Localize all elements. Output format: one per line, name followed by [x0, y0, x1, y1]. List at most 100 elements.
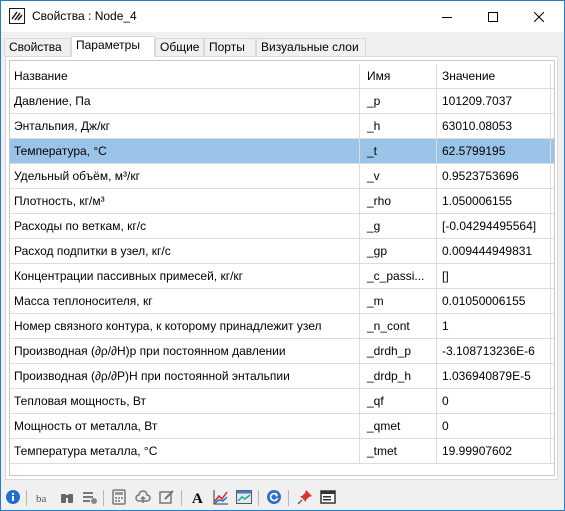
row-name-cell[interactable]: Температура, °С — [10, 139, 360, 163]
title-bar[interactable]: Свойства : Node_4 — [1, 1, 564, 32]
maximize-icon — [488, 11, 498, 22]
refresh-icon — [267, 490, 281, 504]
row-id-cell[interactable]: _qf — [360, 389, 437, 413]
table-row[interactable]: Расходы по веткам, кг/с _g [-0.04294495564… — [10, 214, 554, 239]
row-id-cell[interactable]: _h — [360, 114, 437, 138]
row-id-cell[interactable]: _drdp_h — [360, 364, 437, 388]
table-row[interactable]: Масса теплоносителя, кг _m 0.01050006155 — [10, 289, 554, 314]
calculator-icon — [112, 489, 126, 505]
svg-text:A: A — [192, 491, 203, 505]
info-icon — [6, 490, 20, 504]
row-value-cell[interactable]: 1.036940879E-5 — [437, 364, 551, 388]
row-name-cell[interactable]: Мощность от металла, Вт — [10, 414, 360, 438]
upload-button[interactable] — [134, 488, 152, 506]
pin-button[interactable] — [296, 488, 314, 506]
table-row[interactable]: Удельный объём, м³/кг _v 0.9523753696 — [10, 164, 554, 189]
row-id-cell[interactable]: _m — [360, 289, 437, 313]
window-list-button[interactable] — [319, 488, 337, 506]
row-value-cell[interactable]: 0 — [437, 389, 551, 413]
row-id-cell[interactable]: _v — [360, 164, 437, 188]
row-name-cell[interactable]: Расход подпитки в узел, кг/с — [10, 239, 360, 263]
parameters-grid[interactable]: Название Имя Значение Давление, Па _p 1012… — [9, 60, 555, 476]
properties-window: Свойства : Node_4 Свойства Параметры Общ… — [0, 0, 565, 511]
row-value-cell[interactable]: 0 — [437, 414, 551, 438]
row-id-cell[interactable]: _drdh_p — [360, 339, 437, 363]
tab-properties[interactable]: Свойства — [4, 38, 71, 56]
row-id-cell[interactable]: _qmet — [360, 414, 437, 438]
tab-general[interactable]: Общие — [155, 38, 204, 56]
font-size-icon: ba — [36, 493, 47, 505]
close-button[interactable] — [516, 1, 562, 32]
find-button[interactable] — [58, 488, 76, 506]
tab-visual-layers[interactable]: Визуальные слои — [256, 38, 366, 56]
chart-button[interactable] — [212, 488, 230, 506]
table-row[interactable]: Производная (∂ρ/∂P)H при постоянной энта… — [10, 364, 554, 389]
row-name-cell[interactable]: Концентрации пассивных примесей, кг/кг — [10, 264, 360, 288]
row-value-cell[interactable]: 63010.08053 — [437, 114, 551, 138]
chart-window-button[interactable] — [235, 488, 253, 506]
row-id-cell[interactable]: _gp — [360, 239, 437, 263]
app-icon — [9, 8, 25, 24]
table-row[interactable]: Производная (∂ρ/∂H)р при постоянном давл… — [10, 339, 554, 364]
table-row[interactable]: Плотность, кг/м³ _rho 1.050006155 — [10, 189, 554, 214]
row-value-cell[interactable]: [] — [437, 264, 551, 288]
table-row[interactable]: Концентрации пассивных примесей, кг/кг _c… — [10, 264, 554, 289]
row-name-cell[interactable]: Производная (∂ρ/∂H)р при постоянном давл… — [10, 339, 360, 363]
row-name-cell[interactable]: Температура металла, °С — [10, 439, 360, 463]
maximize-button[interactable] — [470, 1, 516, 32]
list-settings-button[interactable] — [81, 488, 99, 506]
row-value-cell[interactable]: [-0.04294495564] — [437, 214, 551, 238]
pin-icon — [297, 490, 312, 505]
row-id-cell[interactable]: _p — [360, 89, 437, 113]
row-value-cell[interactable]: -3.108713236E-6 — [437, 339, 551, 363]
row-name-cell[interactable]: Плотность, кг/м³ — [10, 189, 360, 213]
edit-icon — [159, 490, 174, 504]
edit-button[interactable] — [158, 488, 176, 506]
row-id-cell[interactable]: _n_cont — [360, 314, 437, 338]
row-name-cell[interactable]: Производная (∂ρ/∂P)H при постоянной энта… — [10, 364, 360, 388]
row-id-cell[interactable]: _t — [360, 139, 437, 163]
close-icon — [534, 11, 544, 22]
column-header-value[interactable]: Значение — [437, 64, 551, 88]
row-value-cell[interactable]: 19.99907602 — [437, 439, 551, 463]
row-id-cell[interactable]: _g — [360, 214, 437, 238]
row-value-cell[interactable]: 0.9523753696 — [437, 164, 551, 188]
row-value-cell[interactable]: 101209.7037 — [437, 89, 551, 113]
row-id-cell[interactable]: _c_passi... — [360, 264, 437, 288]
font-icon: A — [192, 491, 203, 505]
table-row[interactable]: Мощность от металла, Вт _qmet 0 — [10, 414, 554, 439]
row-name-cell[interactable]: Масса теплоносителя, кг — [10, 289, 360, 313]
refresh-button[interactable] — [265, 488, 283, 506]
font-size-button[interactable]: ba — [34, 488, 52, 506]
table-row[interactable]: Номер связного контура, к которому прина… — [10, 314, 554, 339]
row-value-cell[interactable]: 62.5799195 — [437, 139, 551, 163]
column-header-id[interactable]: Имя — [360, 64, 437, 88]
table-row[interactable]: Тепловая мощность, Вт _qf 0 — [10, 389, 554, 414]
row-name-cell[interactable]: Удельный объём, м³/кг — [10, 164, 360, 188]
tab-ports[interactable]: Порты — [204, 38, 256, 56]
calculator-button[interactable] — [110, 488, 128, 506]
row-name-cell[interactable]: Тепловая мощность, Вт — [10, 389, 360, 413]
window-list-icon — [320, 490, 336, 504]
table-row[interactable]: Расход подпитки в узел, кг/с _gp 0.0094449… — [10, 239, 554, 264]
row-name-cell[interactable]: Расходы по веткам, кг/с — [10, 214, 360, 238]
row-name-cell[interactable]: Давление, Па — [10, 89, 360, 113]
minimize-button[interactable] — [424, 1, 470, 32]
column-header-name[interactable]: Название — [10, 64, 360, 88]
row-id-cell[interactable]: _tmet — [360, 439, 437, 463]
table-row[interactable]: Температура металла, °С _tmet 19.99907602 — [10, 439, 554, 464]
row-name-cell[interactable]: Номер связного контура, к которому прина… — [10, 314, 360, 338]
table-row[interactable]: Энтальпия, Дж/кг _h 63010.08053 — [10, 114, 554, 139]
list-settings-icon — [83, 492, 97, 504]
row-value-cell[interactable]: 1.050006155 — [437, 189, 551, 213]
table-row[interactable]: Температура, °С _t 62.5799195 — [10, 139, 554, 164]
font-button[interactable]: A — [189, 488, 207, 506]
row-value-cell[interactable]: 1 — [437, 314, 551, 338]
row-value-cell[interactable]: 0.009444949831 — [437, 239, 551, 263]
row-value-cell[interactable]: 0.01050006155 — [437, 289, 551, 313]
info-button[interactable] — [4, 488, 22, 506]
tab-parameters[interactable]: Параметры — [71, 36, 155, 57]
table-row[interactable]: Давление, Па _p 101209.7037 — [10, 89, 554, 114]
row-id-cell[interactable]: _rho — [360, 189, 437, 213]
row-name-cell[interactable]: Энтальпия, Дж/кг — [10, 114, 360, 138]
